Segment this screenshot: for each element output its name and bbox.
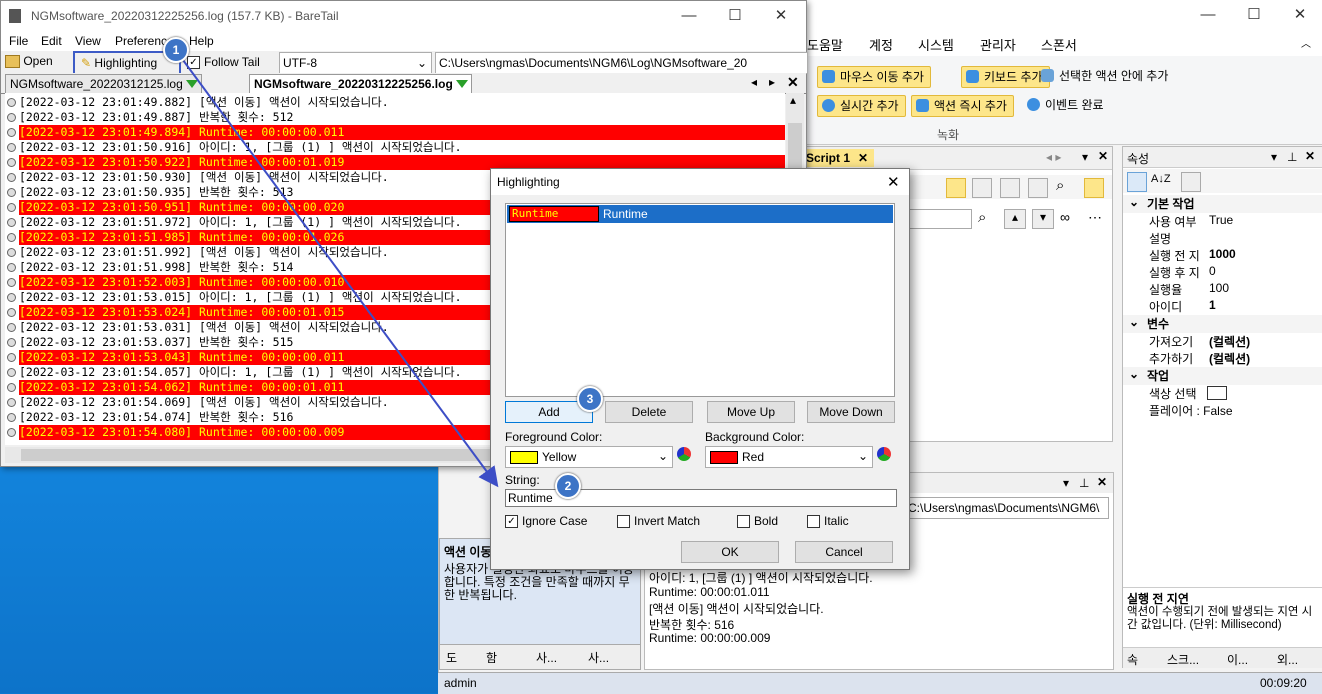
step-badge-1: 1 [163,37,189,63]
annotation-arrow [179,55,499,488]
step-badge-3: 3 [577,386,603,412]
step-badge-2: 2 [555,473,581,499]
